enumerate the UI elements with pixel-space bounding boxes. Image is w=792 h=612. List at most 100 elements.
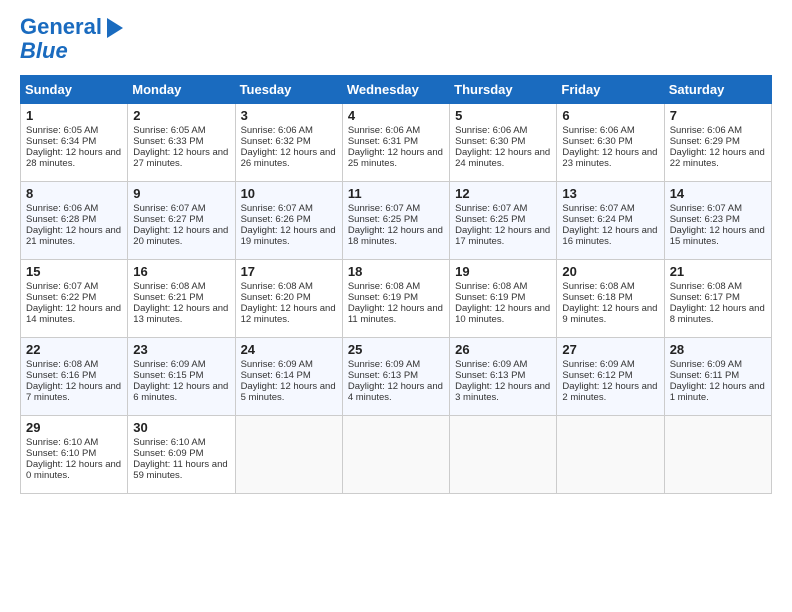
sunrise-text: Sunrise: 6:09 AM <box>241 359 313 370</box>
day-header-tuesday: Tuesday <box>235 76 342 104</box>
daylight-text: Daylight: 12 hours and 6 minutes. <box>133 381 228 403</box>
calendar-week-row: 29Sunrise: 6:10 AMSunset: 6:10 PMDayligh… <box>21 416 772 494</box>
day-number: 13 <box>562 186 658 201</box>
sunset-text: Sunset: 6:15 PM <box>133 370 203 381</box>
day-number: 26 <box>455 342 551 357</box>
calendar-cell: 1Sunrise: 6:05 AMSunset: 6:34 PMDaylight… <box>21 104 128 182</box>
daylight-text: Daylight: 12 hours and 10 minutes. <box>455 303 550 325</box>
daylight-text: Daylight: 12 hours and 15 minutes. <box>670 225 765 247</box>
day-number: 6 <box>562 108 658 123</box>
day-number: 16 <box>133 264 229 279</box>
day-number: 24 <box>241 342 337 357</box>
calendar-cell <box>557 416 664 494</box>
daylight-text: Daylight: 12 hours and 26 minutes. <box>241 147 336 169</box>
calendar-cell: 3Sunrise: 6:06 AMSunset: 6:32 PMDaylight… <box>235 104 342 182</box>
sunrise-text: Sunrise: 6:09 AM <box>455 359 527 370</box>
day-number: 22 <box>26 342 122 357</box>
day-header-friday: Friday <box>557 76 664 104</box>
calendar-cell: 22Sunrise: 6:08 AMSunset: 6:16 PMDayligh… <box>21 338 128 416</box>
calendar-cell: 5Sunrise: 6:06 AMSunset: 6:30 PMDaylight… <box>450 104 557 182</box>
calendar-cell <box>342 416 449 494</box>
day-header-thursday: Thursday <box>450 76 557 104</box>
day-number: 14 <box>670 186 766 201</box>
daylight-text: Daylight: 12 hours and 0 minutes. <box>26 459 121 481</box>
calendar-cell: 17Sunrise: 6:08 AMSunset: 6:20 PMDayligh… <box>235 260 342 338</box>
sunset-text: Sunset: 6:24 PM <box>562 214 632 225</box>
daylight-text: Daylight: 12 hours and 5 minutes. <box>241 381 336 403</box>
calendar-cell: 6Sunrise: 6:06 AMSunset: 6:30 PMDaylight… <box>557 104 664 182</box>
sunrise-text: Sunrise: 6:06 AM <box>670 125 742 136</box>
sunset-text: Sunset: 6:22 PM <box>26 292 96 303</box>
daylight-text: Daylight: 12 hours and 8 minutes. <box>670 303 765 325</box>
sunset-text: Sunset: 6:31 PM <box>348 136 418 147</box>
logo: General Blue <box>20 15 123 63</box>
daylight-text: Daylight: 12 hours and 18 minutes. <box>348 225 443 247</box>
calendar-cell <box>664 416 771 494</box>
calendar-cell: 2Sunrise: 6:05 AMSunset: 6:33 PMDaylight… <box>128 104 235 182</box>
sunrise-text: Sunrise: 6:05 AM <box>26 125 98 136</box>
daylight-text: Daylight: 12 hours and 19 minutes. <box>241 225 336 247</box>
day-number: 1 <box>26 108 122 123</box>
calendar-cell: 11Sunrise: 6:07 AMSunset: 6:25 PMDayligh… <box>342 182 449 260</box>
sunset-text: Sunset: 6:25 PM <box>455 214 525 225</box>
sunset-text: Sunset: 6:17 PM <box>670 292 740 303</box>
day-number: 19 <box>455 264 551 279</box>
day-number: 3 <box>241 108 337 123</box>
daylight-text: Daylight: 12 hours and 1 minute. <box>670 381 765 403</box>
calendar-cell: 21Sunrise: 6:08 AMSunset: 6:17 PMDayligh… <box>664 260 771 338</box>
day-number: 29 <box>26 420 122 435</box>
day-number: 11 <box>348 186 444 201</box>
day-header-wednesday: Wednesday <box>342 76 449 104</box>
sunrise-text: Sunrise: 6:08 AM <box>562 281 634 292</box>
day-header-saturday: Saturday <box>664 76 771 104</box>
daylight-text: Daylight: 12 hours and 9 minutes. <box>562 303 657 325</box>
day-number: 20 <box>562 264 658 279</box>
calendar-cell: 10Sunrise: 6:07 AMSunset: 6:26 PMDayligh… <box>235 182 342 260</box>
sunset-text: Sunset: 6:30 PM <box>455 136 525 147</box>
calendar-cell: 19Sunrise: 6:08 AMSunset: 6:19 PMDayligh… <box>450 260 557 338</box>
daylight-text: Daylight: 12 hours and 25 minutes. <box>348 147 443 169</box>
calendar-cell: 14Sunrise: 6:07 AMSunset: 6:23 PMDayligh… <box>664 182 771 260</box>
sunrise-text: Sunrise: 6:07 AM <box>670 203 742 214</box>
sunset-text: Sunset: 6:13 PM <box>348 370 418 381</box>
calendar-cell <box>235 416 342 494</box>
calendar-cell: 9Sunrise: 6:07 AMSunset: 6:27 PMDaylight… <box>128 182 235 260</box>
calendar-cell: 18Sunrise: 6:08 AMSunset: 6:19 PMDayligh… <box>342 260 449 338</box>
sunset-text: Sunset: 6:16 PM <box>26 370 96 381</box>
sunrise-text: Sunrise: 6:09 AM <box>562 359 634 370</box>
sunset-text: Sunset: 6:27 PM <box>133 214 203 225</box>
daylight-text: Daylight: 12 hours and 7 minutes. <box>26 381 121 403</box>
daylight-text: Daylight: 12 hours and 11 minutes. <box>348 303 443 325</box>
day-number: 30 <box>133 420 229 435</box>
day-number: 28 <box>670 342 766 357</box>
calendar-cell: 24 Sunrise: 6:09 AMSunset: 6:14 PMDayligh… <box>235 338 342 416</box>
sunset-text: Sunset: 6:33 PM <box>133 136 203 147</box>
daylight-text: Daylight: 12 hours and 4 minutes. <box>348 381 443 403</box>
sunrise-text: Sunrise: 6:08 AM <box>241 281 313 292</box>
daylight-text: Daylight: 12 hours and 14 minutes. <box>26 303 121 325</box>
daylight-text: Daylight: 12 hours and 13 minutes. <box>133 303 228 325</box>
day-header-sunday: Sunday <box>21 76 128 104</box>
day-number: 23 <box>133 342 229 357</box>
sunset-text: Sunset: 6:18 PM <box>562 292 632 303</box>
sunrise-text: Sunrise: 6:09 AM <box>670 359 742 370</box>
header: General Blue <box>20 15 772 63</box>
daylight-text: Daylight: 12 hours and 2 minutes. <box>562 381 657 403</box>
calendar-cell: 12Sunrise: 6:07 AMSunset: 6:25 PMDayligh… <box>450 182 557 260</box>
daylight-text: Daylight: 12 hours and 16 minutes. <box>562 225 657 247</box>
day-number: 4 <box>348 108 444 123</box>
calendar-cell: 30Sunrise: 6:10 AMSunset: 6:09 PMDayligh… <box>128 416 235 494</box>
sunrise-text: Sunrise: 6:10 AM <box>133 437 205 448</box>
calendar-cell: 16Sunrise: 6:08 AMSunset: 6:21 PMDayligh… <box>128 260 235 338</box>
sunset-text: Sunset: 6:19 PM <box>455 292 525 303</box>
sunset-text: Sunset: 6:14 PM <box>241 370 311 381</box>
day-number: 27 <box>562 342 658 357</box>
daylight-text: Daylight: 11 hours and 59 minutes. <box>133 459 227 481</box>
sunset-text: Sunset: 6:12 PM <box>562 370 632 381</box>
sunrise-text: Sunrise: 6:07 AM <box>241 203 313 214</box>
sunrise-text: Sunrise: 6:07 AM <box>133 203 205 214</box>
sunset-text: Sunset: 6:13 PM <box>455 370 525 381</box>
daylight-text: Daylight: 12 hours and 21 minutes. <box>26 225 121 247</box>
calendar-header-row: SundayMondayTuesdayWednesdayThursdayFrid… <box>21 76 772 104</box>
sunset-text: Sunset: 6:26 PM <box>241 214 311 225</box>
